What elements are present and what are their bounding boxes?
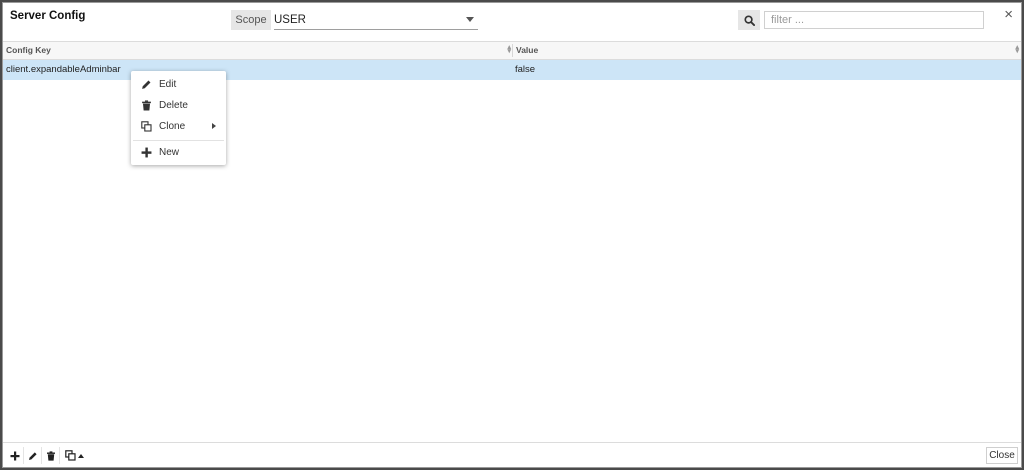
chevron-down-icon: [466, 17, 474, 22]
context-menu-item-clone[interactable]: Clone: [131, 116, 226, 137]
context-menu-label: New: [159, 147, 180, 158]
delete-button[interactable]: [43, 447, 60, 464]
clone-icon: [141, 121, 152, 132]
search-icon: [743, 14, 755, 26]
context-menu-item-delete[interactable]: Delete: [131, 95, 226, 116]
context-menu-label: Delete: [159, 100, 188, 111]
context-menu-item-edit[interactable]: Edit: [131, 74, 226, 95]
plus-icon: [10, 451, 20, 460]
dialog-title: Server Config: [10, 10, 86, 22]
clone-icon: [64, 450, 76, 461]
sort-icon: ▴ ▾: [1015, 44, 1019, 55]
chevron-right-icon: [212, 123, 216, 129]
edit-button[interactable]: [25, 447, 42, 464]
trash-icon: [142, 100, 151, 111]
cell-config-key: client.expandableAdminbar: [6, 64, 121, 75]
filter-input[interactable]: [764, 11, 984, 29]
clone-button[interactable]: [61, 447, 87, 464]
scope-label: Scope: [231, 10, 271, 30]
column-header-value[interactable]: Value ▴ ▾: [513, 42, 1021, 59]
search-button[interactable]: [738, 10, 760, 30]
context-menu-divider: [133, 140, 224, 141]
bottom-toolbar: Close: [3, 442, 1021, 468]
sort-icon: ▴ ▾: [507, 44, 511, 55]
add-button[interactable]: [7, 447, 24, 464]
close-button[interactable]: Close: [986, 447, 1018, 464]
pencil-icon: [142, 80, 151, 89]
column-header-config-key[interactable]: Config Key ▴ ▾: [3, 42, 513, 59]
close-icon[interactable]: ×: [1004, 6, 1013, 24]
cell-value: false: [515, 64, 536, 75]
context-menu-label: Clone: [159, 121, 186, 132]
column-header-label: Config Key: [6, 45, 51, 55]
context-menu-item-new[interactable]: New: [131, 142, 226, 163]
scope-select-value: USER: [274, 13, 306, 26]
column-header-label: Value: [516, 45, 539, 55]
scope-select[interactable]: USER: [274, 10, 478, 30]
plus-icon: [141, 147, 152, 158]
grid-header: Config Key ▴ ▾ Value ▴ ▾: [3, 42, 1021, 60]
pencil-icon: [29, 451, 37, 460]
context-menu-label: Edit: [159, 79, 177, 90]
caret-up-icon: [77, 453, 84, 458]
context-menu: Edit Delete Clone New: [131, 71, 226, 165]
trash-icon: [47, 450, 55, 461]
